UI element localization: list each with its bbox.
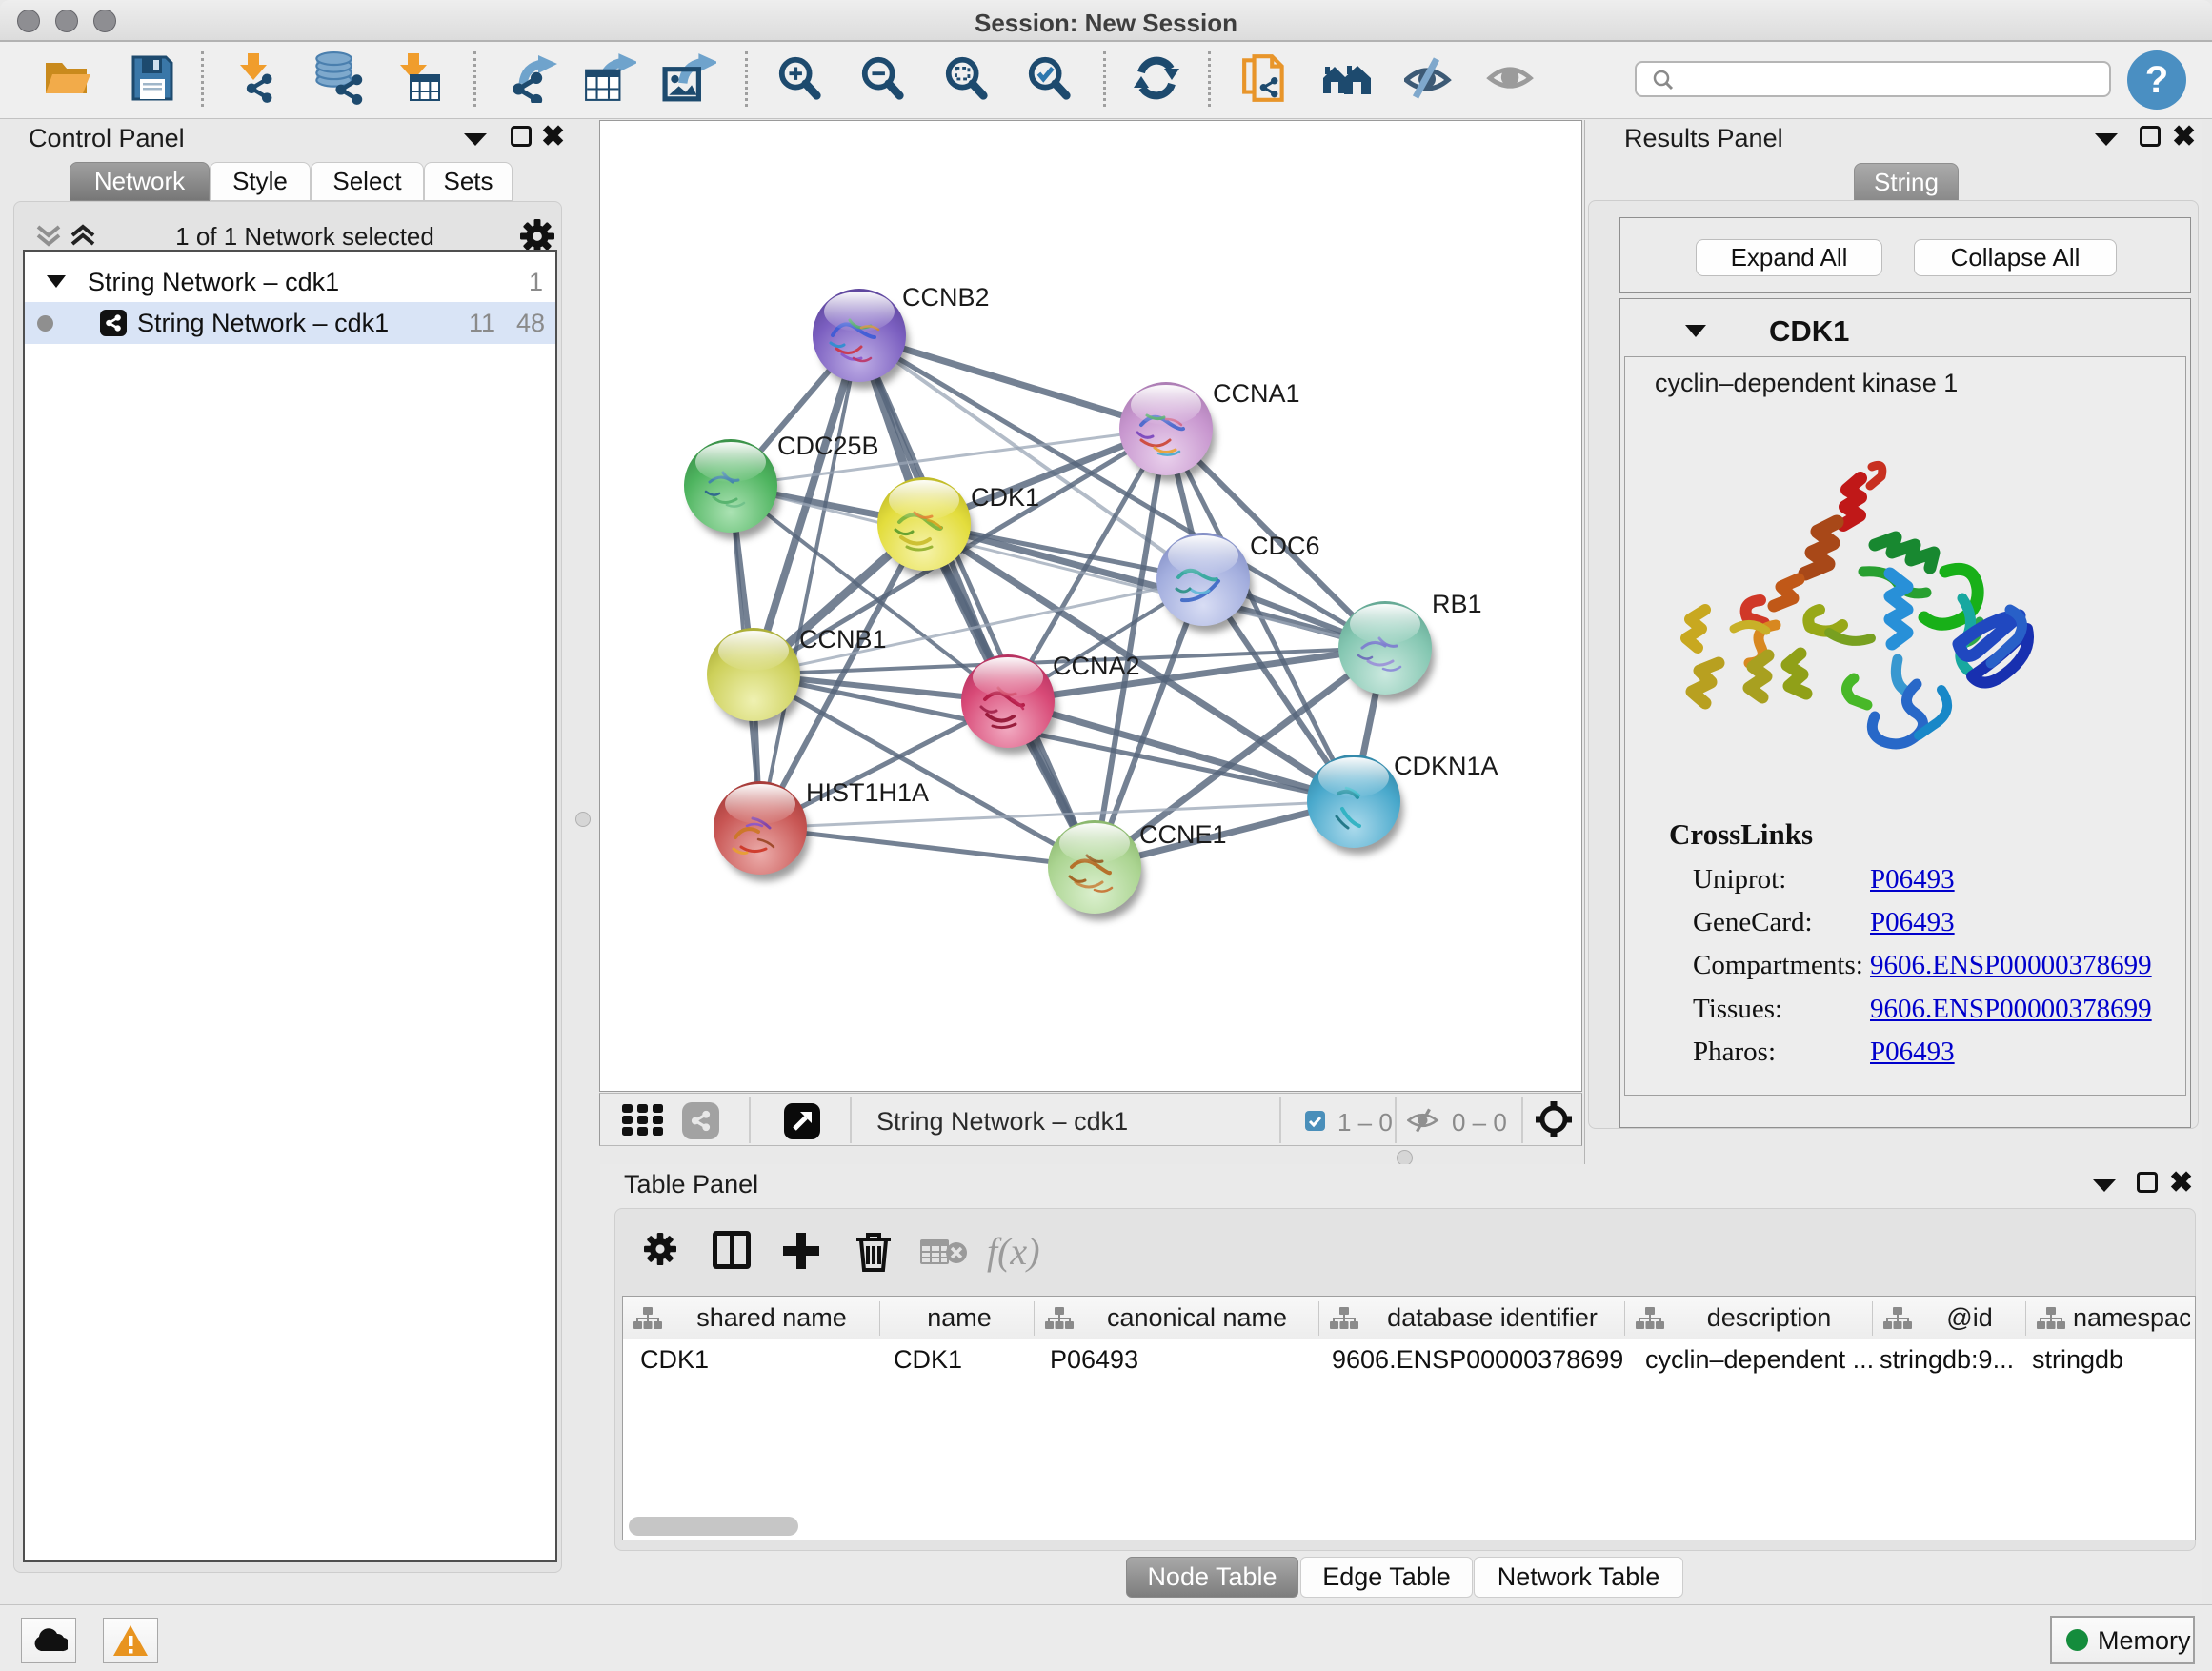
svg-text:CDK1: CDK1 [971, 483, 1039, 512]
svg-text:CDKN1A: CDKN1A [1394, 752, 1498, 780]
svg-text:CDC25B: CDC25B [777, 432, 879, 460]
svg-text:CCNB1: CCNB1 [799, 625, 887, 654]
svg-text:CCNA2: CCNA2 [1053, 652, 1140, 680]
svg-text:CCNA1: CCNA1 [1213, 379, 1300, 408]
svg-text:CCNE1: CCNE1 [1139, 820, 1227, 849]
svg-text:RB1: RB1 [1432, 590, 1482, 618]
svg-text:CCNB2: CCNB2 [902, 283, 990, 312]
svg-text:CDC6: CDC6 [1250, 532, 1320, 560]
svg-text:HIST1H1A: HIST1H1A [806, 778, 929, 807]
